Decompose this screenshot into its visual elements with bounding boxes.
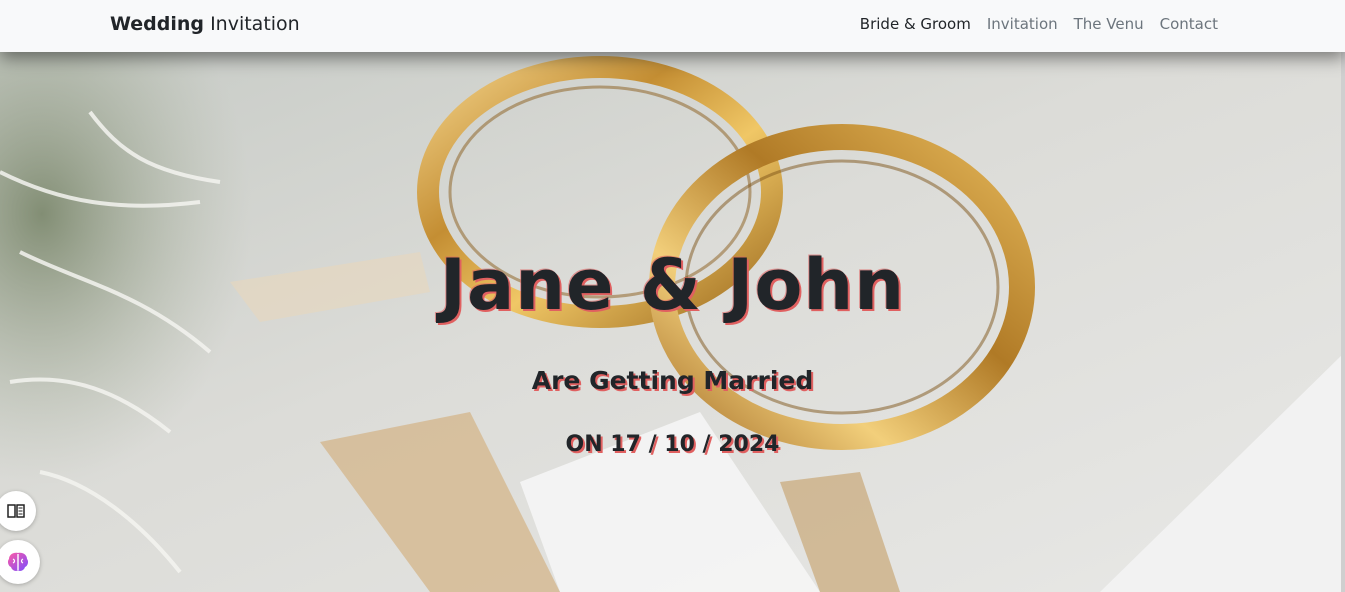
navbar: Wedding Invitation Bride & Groom Invitat… <box>0 0 1345 52</box>
couple-names: Jane & John <box>439 244 906 326</box>
wedding-date: ON 17 / 10 / 2024 <box>565 432 780 457</box>
reader-mode-icon <box>7 504 25 518</box>
brand-bold: Wedding <box>110 13 205 35</box>
subtitle: Are Getting Married <box>531 366 814 395</box>
nav-link-bride-groom[interactable]: Bride & Groom <box>860 15 971 33</box>
nav-links: Bride & Groom Invitation The Venu Contac… <box>860 15 1218 33</box>
nav-link-contact[interactable]: Contact <box>1160 15 1218 33</box>
brand-logo[interactable]: Wedding Invitation <box>110 13 300 35</box>
brand-light: Invitation <box>210 13 300 35</box>
scrollbar[interactable] <box>1341 52 1345 592</box>
brain-assistant-icon <box>7 552 29 571</box>
nav-link-venue[interactable]: The Venu <box>1074 15 1144 33</box>
hero-text: Jane & John Are Getting Married ON 17 / … <box>0 0 1345 592</box>
nav-link-invitation[interactable]: Invitation <box>987 15 1058 33</box>
